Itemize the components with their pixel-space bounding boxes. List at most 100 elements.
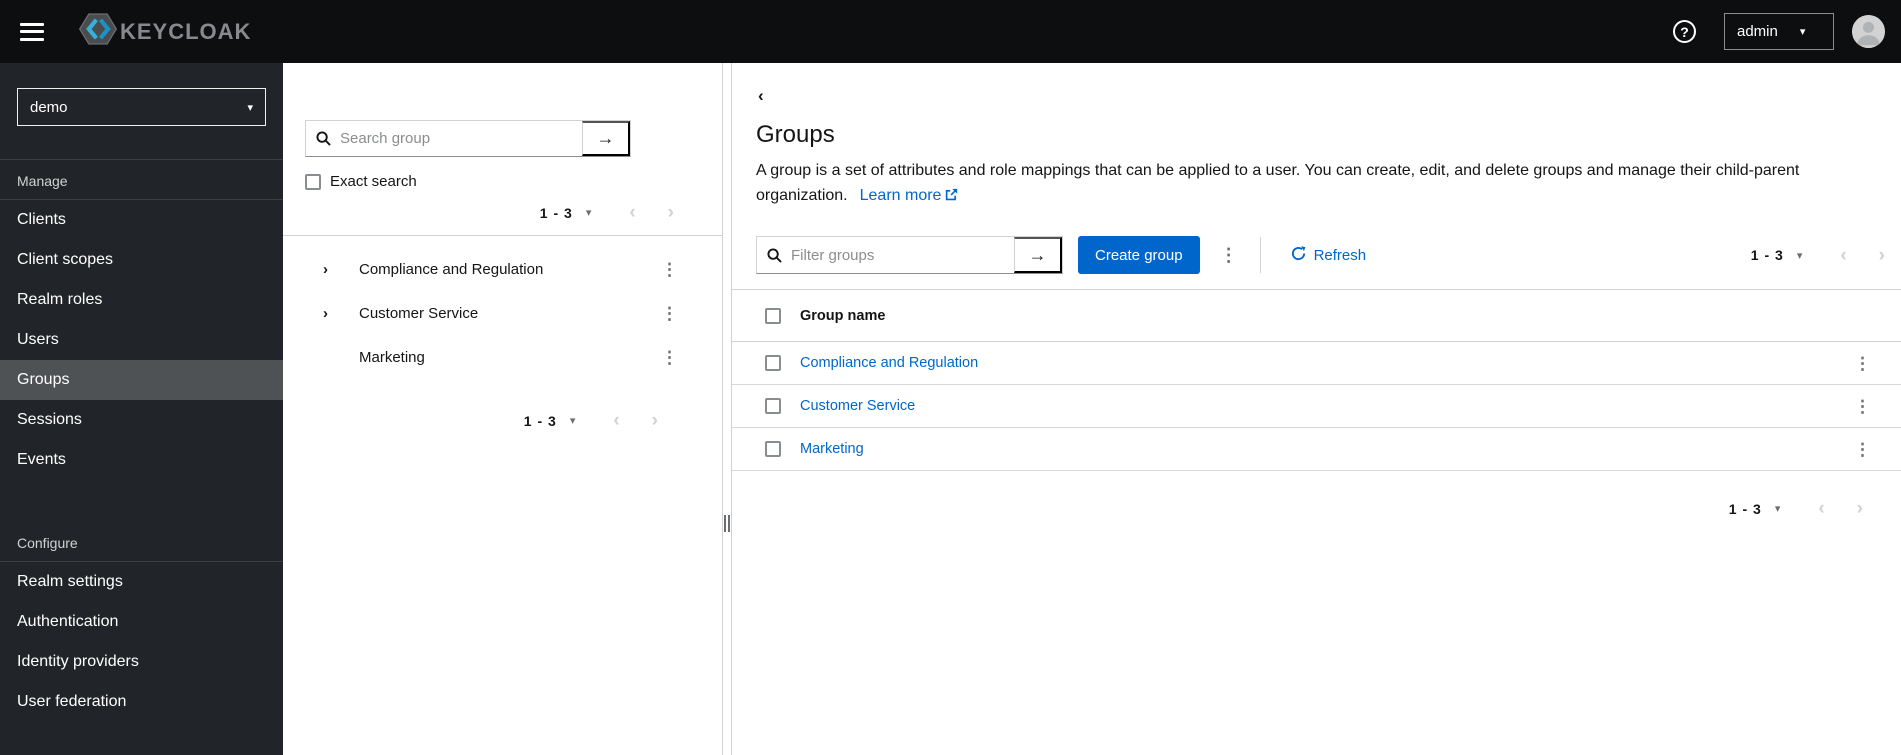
realm-selector-area: demo ▾ — [0, 63, 283, 160]
learn-more-link[interactable]: Learn more — [860, 187, 959, 204]
pagination-next-icon[interactable]: › — [1879, 246, 1885, 265]
search-group-inputgroup: → — [305, 120, 631, 157]
keycloak-logo: KEYCLOAK — [78, 9, 251, 54]
panel-splitter[interactable] — [723, 63, 731, 755]
sidebar-item-groups[interactable]: Groups — [0, 360, 283, 400]
masthead: KEYCLOAK ? admin ▾ — [0, 0, 1901, 63]
pagination-prev-icon[interactable]: ‹ — [1840, 246, 1846, 265]
chevron-down-icon[interactable]: ▾ — [1775, 502, 1781, 515]
pagination-range[interactable]: 1 - 3 — [524, 413, 557, 429]
filter-groups-input[interactable] — [791, 246, 1014, 264]
kebab-menu-icon[interactable]: ⋮ — [661, 349, 678, 366]
learn-more-label: Learn more — [859, 187, 942, 204]
chevron-down-icon: ▾ — [247, 101, 253, 114]
avatar[interactable] — [1852, 15, 1885, 48]
toolbar-kebab-icon[interactable]: ⋮ — [1220, 246, 1238, 264]
tree-item-label[interactable]: Marketing — [359, 349, 425, 366]
group-link[interactable]: Compliance and Regulation — [800, 355, 978, 371]
pagination-prev-icon[interactable]: ‹ — [613, 411, 619, 430]
tree-item-label[interactable]: Compliance and Regulation — [359, 261, 543, 278]
collapse-panel-icon[interactable]: ‹ — [758, 86, 764, 105]
sidebar-item-identity-providers[interactable]: Identity providers — [0, 642, 283, 682]
groups-toolbar: → Create group ⋮ Refresh 1 - 3 ▾ ‹ › — [732, 209, 1901, 289]
pagination-prev-icon[interactable]: ‹ — [629, 203, 635, 222]
pagination-prev-icon[interactable]: ‹ — [1818, 499, 1824, 518]
chevron-down-icon: ▾ — [1799, 26, 1806, 38]
sidebar-item-sessions[interactable]: Sessions — [0, 400, 283, 440]
pagination-range[interactable]: 1 - 3 — [1751, 247, 1784, 263]
tree-pagination-bottom: 1 - 3 ▾ ‹ › — [283, 411, 722, 430]
help-icon[interactable]: ? — [1673, 20, 1696, 43]
group-tree: › Compliance and Regulation ⋮ › Customer… — [283, 247, 722, 379]
user-menu-dropdown[interactable]: admin ▾ — [1724, 13, 1834, 50]
pagination-range[interactable]: 1 - 3 — [540, 205, 573, 221]
column-header-group-name: Group name — [800, 307, 886, 324]
exact-search-label: Exact search — [330, 173, 417, 190]
row-checkbox[interactable] — [765, 355, 781, 371]
search-icon — [757, 247, 791, 263]
sidebar: demo ▾ Manage Clients Client scopes Real… — [0, 63, 283, 755]
exact-search-row: Exact search — [305, 173, 722, 190]
sidebar-item-events[interactable]: Events — [0, 440, 283, 480]
filter-submit-button[interactable]: → — [1014, 237, 1062, 273]
expand-chevron-icon[interactable]: › — [323, 261, 359, 278]
tree-item-marketing: Marketing ⋮ — [283, 335, 722, 379]
pagination-next-icon[interactable]: › — [1857, 499, 1863, 518]
sidebar-item-user-federation[interactable]: User federation — [0, 682, 283, 722]
tree-pagination-top: 1 - 3 ▾ ‹ › — [283, 203, 722, 222]
pagination-next-icon[interactable]: › — [652, 411, 658, 430]
splitter-handle-icon[interactable] — [724, 515, 730, 532]
row-kebab-icon[interactable]: ⋮ — [1854, 441, 1871, 458]
sidebar-item-client-scopes[interactable]: Client scopes — [0, 240, 283, 280]
sidebar-item-realm-settings[interactable]: Realm settings — [0, 562, 283, 602]
group-tree-panel: → Exact search 1 - 3 ▾ ‹ › › Compliance … — [283, 63, 723, 755]
expand-chevron-icon[interactable]: › — [323, 305, 359, 322]
nav-section-configure: Configure — [0, 522, 283, 562]
table-pagination-bottom: 1 - 3 ▾ ‹ › — [732, 471, 1901, 518]
refresh-icon — [1291, 245, 1306, 265]
pagination-range[interactable]: 1 - 3 — [1729, 501, 1762, 517]
create-group-button[interactable]: Create group — [1078, 236, 1200, 274]
sidebar-item-users[interactable]: Users — [0, 320, 283, 360]
table-row: Customer Service ⋮ — [732, 385, 1901, 428]
nav-section-manage: Manage — [0, 160, 283, 200]
main-panel: ‹ Groups A group is a set of attributes … — [731, 63, 1901, 755]
pagination-next-icon[interactable]: › — [668, 203, 674, 222]
table-header-row: Group name — [732, 290, 1901, 342]
filter-groups-inputgroup: → — [756, 236, 1063, 274]
exact-search-checkbox[interactable] — [305, 173, 321, 190]
kebab-menu-icon[interactable]: ⋮ — [661, 261, 678, 278]
row-kebab-icon[interactable]: ⋮ — [1854, 355, 1871, 372]
search-icon — [306, 131, 340, 146]
sidebar-item-clients[interactable]: Clients — [0, 200, 283, 240]
select-all-checkbox[interactable] — [765, 307, 781, 324]
sidebar-item-authentication[interactable]: Authentication — [0, 602, 283, 642]
refresh-button[interactable]: Refresh — [1291, 245, 1367, 265]
page-header: Groups A group is a set of attributes an… — [732, 106, 1901, 209]
search-submit-button[interactable]: → — [582, 121, 630, 156]
tree-item-customer-service: › Customer Service ⋮ — [283, 291, 722, 335]
chevron-down-icon[interactable]: ▾ — [570, 414, 576, 427]
search-group-input[interactable] — [340, 130, 582, 147]
groups-table: Group name Compliance and Regulation ⋮ C… — [732, 289, 1901, 471]
table-row: Compliance and Regulation ⋮ — [732, 342, 1901, 385]
tree-item-label[interactable]: Customer Service — [359, 305, 478, 322]
tree-item-compliance-and-regulation: › Compliance and Regulation ⋮ — [283, 247, 722, 291]
row-kebab-icon[interactable]: ⋮ — [1854, 398, 1871, 415]
group-link[interactable]: Customer Service — [800, 398, 915, 414]
chevron-down-icon[interactable]: ▾ — [586, 206, 592, 219]
kebab-menu-icon[interactable]: ⋮ — [661, 305, 678, 322]
realm-selector[interactable]: demo ▾ — [17, 88, 266, 126]
row-checkbox[interactable] — [765, 398, 781, 414]
row-checkbox[interactable] — [765, 441, 781, 457]
refresh-label: Refresh — [1313, 246, 1367, 264]
chevron-down-icon[interactable]: ▾ — [1797, 249, 1803, 262]
realm-selector-label: demo — [30, 98, 68, 116]
hamburger-menu-icon[interactable] — [20, 22, 44, 41]
keycloak-logo-icon — [78, 9, 118, 54]
sidebar-item-realm-roles[interactable]: Realm roles — [0, 280, 283, 320]
brand-text: KEYCLOAK — [120, 18, 252, 44]
page-title: Groups — [756, 121, 835, 148]
group-link[interactable]: Marketing — [800, 441, 864, 457]
toolbar-divider — [1259, 237, 1261, 273]
